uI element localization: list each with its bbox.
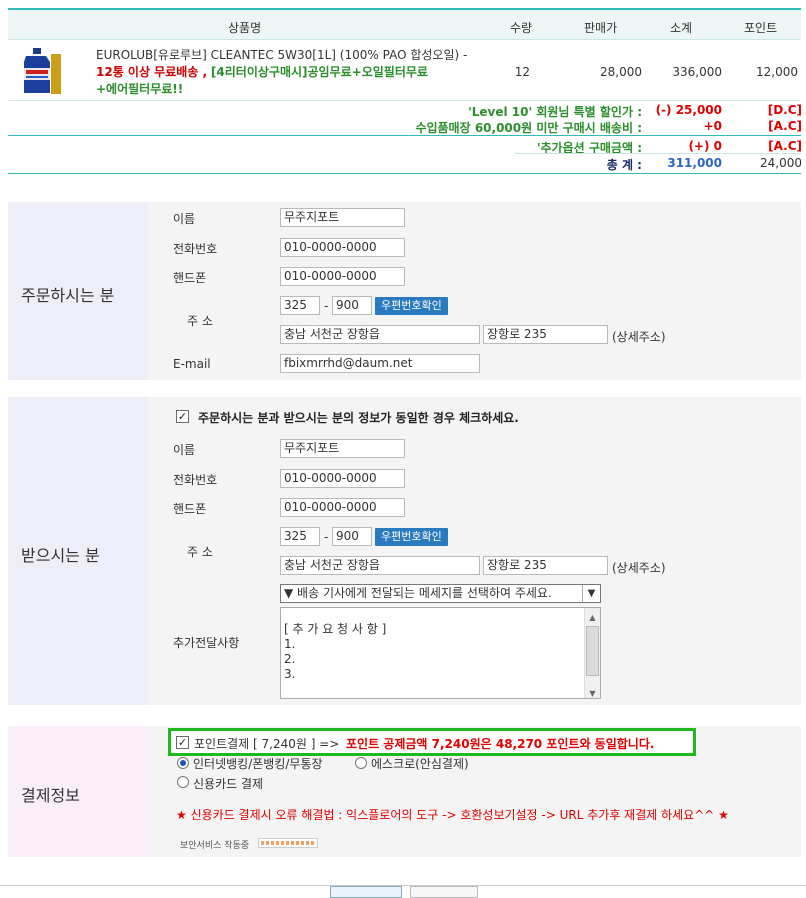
receiver-phone-label: 전화번호 bbox=[173, 473, 218, 487]
orderer-phone-label: 전화번호 bbox=[173, 242, 218, 256]
receiver-name-label: 이름 bbox=[173, 443, 196, 457]
radio-bank[interactable] bbox=[177, 757, 189, 769]
receiver-name-input[interactable]: 무주지포트 bbox=[280, 439, 405, 458]
receiver-zipcode-button[interactable]: 우편번호확인 bbox=[375, 528, 448, 546]
order-button[interactable] bbox=[330, 886, 402, 898]
product-image[interactable] bbox=[16, 46, 62, 96]
security-indicator bbox=[258, 838, 318, 848]
delivery-message-select[interactable]: ▼ 배송 기사에게 전달되는 메세지를 선택하여 주세요. ▼ bbox=[280, 584, 601, 603]
orderer-name-label: 이름 bbox=[173, 212, 196, 226]
item-qty: 12 bbox=[514, 65, 530, 79]
payment-title: 결제정보 bbox=[21, 786, 80, 805]
orderer-title-cell: 주문하시는 분 bbox=[8, 202, 148, 380]
receiver-mobile-input[interactable]: 010-0000-0000 bbox=[280, 498, 405, 517]
divider bbox=[8, 135, 801, 136]
radio-card-label: 신용카드 결제 bbox=[193, 777, 264, 791]
discount-code: [D.C] bbox=[767, 103, 802, 117]
receiver-zip1-input[interactable]: 325 bbox=[280, 527, 320, 546]
orderer-address-label: 주 소 bbox=[187, 314, 213, 328]
orderer-phone-input[interactable]: 010-0000-0000 bbox=[280, 238, 405, 257]
divider bbox=[0, 885, 806, 886]
radio-escrow[interactable] bbox=[355, 757, 367, 769]
orderer-mobile-label: 핸드폰 bbox=[173, 271, 207, 285]
zip-separator: - bbox=[324, 299, 329, 313]
option-value: (+) 0 bbox=[688, 139, 722, 153]
radio-bank-label: 인터넷뱅킹/폰뱅킹/무통장 bbox=[193, 757, 323, 771]
header-point: 포인트 bbox=[744, 21, 778, 35]
divider bbox=[515, 153, 801, 154]
receiver-mobile-label: 핸드폰 bbox=[173, 502, 207, 516]
orderer-mobile-input[interactable]: 010-0000-0000 bbox=[280, 267, 405, 286]
promo-red: 12통 이상 무료배송 , bbox=[96, 65, 208, 79]
radio-card[interactable] bbox=[177, 776, 189, 788]
total-point: 24,000 bbox=[760, 156, 802, 170]
receiver-phone-input[interactable]: 010-0000-0000 bbox=[280, 469, 405, 488]
orderer-email-label: E-mail bbox=[173, 357, 211, 371]
radio-escrow-label: 에스크로(안심결제) bbox=[371, 757, 469, 771]
extra-request-label: 추가전달사항 bbox=[173, 636, 240, 650]
discount-value: (-) 25,000 bbox=[655, 103, 722, 117]
shipping-value: +0 bbox=[703, 119, 722, 133]
orderer-email-input[interactable]: fbixmrrhd@daum.net bbox=[280, 354, 480, 373]
cart-header: 상품명 수량 판매가 소계 포인트 bbox=[8, 8, 801, 40]
header-qty: 수량 bbox=[510, 21, 533, 35]
receiver-address1-input[interactable]: 충남 서천군 장항읍 bbox=[280, 556, 480, 575]
payment-title-cell: 결제정보 bbox=[8, 726, 148, 857]
receiver-title: 받으시는 분 bbox=[21, 546, 100, 565]
product-name[interactable]: EUROLUB[유로루브] CLEANTEC 5W30[1L] (100% PA… bbox=[96, 47, 496, 98]
receiver-address-label: 주 소 bbox=[187, 545, 213, 559]
same-info-checkbox[interactable]: ✓ bbox=[176, 410, 189, 423]
header-product: 상품명 bbox=[228, 21, 262, 35]
discount-label: 'Level 10' 회원님 특별 할인가 : bbox=[468, 105, 642, 119]
orderer-address2-input[interactable]: 장항로 235 bbox=[483, 325, 608, 344]
orderer-zip2-input[interactable]: 900 bbox=[332, 296, 372, 315]
orderer-address-detail: (상세주소) bbox=[612, 330, 666, 344]
shipping-code: [A.C] bbox=[768, 119, 802, 133]
receiver-zip2-input[interactable]: 900 bbox=[332, 527, 372, 546]
point-payment-label: 포인트결제 [ 7,240원 ] => bbox=[194, 737, 340, 751]
textarea-scrollbar[interactable]: ▲ ▼ bbox=[584, 608, 600, 698]
total-label: 총 계 : bbox=[606, 158, 642, 172]
security-status: 보안서비스 작동중 bbox=[180, 841, 250, 851]
card-error-notice: ★ 신용카드 결제시 오류 해결법 : 익스플로어의 도구 -> 호환성보기설정… bbox=[176, 808, 729, 822]
orderer-zip1-input[interactable]: 325 bbox=[280, 296, 320, 315]
orderer-zipcode-button[interactable]: 우편번호확인 bbox=[375, 297, 448, 315]
chevron-down-icon: ▼ bbox=[582, 585, 600, 602]
receiver-title-cell: 받으시는 분 bbox=[8, 397, 148, 705]
cancel-button[interactable] bbox=[410, 886, 478, 898]
same-info-label: 주문하시는 분과 받으시는 분의 정보가 동일한 경우 체크하세요. bbox=[198, 411, 519, 425]
header-subtotal: 소계 bbox=[670, 21, 693, 35]
orderer-title: 주문하시는 분 bbox=[21, 286, 115, 305]
item-point: 12,000 bbox=[756, 65, 798, 79]
receiver-address2-input[interactable]: 장항로 235 bbox=[483, 556, 608, 575]
divider bbox=[8, 173, 801, 174]
promo-green: [4리터이상구매시]공임무료+오일필터무료 bbox=[210, 65, 428, 79]
header-price: 판매가 bbox=[584, 21, 618, 35]
receiver-address-detail: (상세주소) bbox=[612, 561, 666, 575]
extra-request-textarea[interactable]: [ 추 가 요 청 사 항 ] 1. 2. 3. ▲ ▼ bbox=[280, 607, 601, 699]
point-payment-checkbox[interactable]: ✓ bbox=[176, 736, 189, 749]
item-subtotal: 336,000 bbox=[672, 65, 722, 79]
shipping-label: 수입품매장 60,000원 미만 구매시 배송비 : bbox=[415, 121, 642, 135]
item-price: 28,000 bbox=[600, 65, 642, 79]
promo-green-2: +에어필터무료!! bbox=[96, 82, 184, 96]
zip-separator: - bbox=[324, 530, 329, 544]
orderer-name-input[interactable]: 무주지포트 bbox=[280, 208, 405, 227]
divider bbox=[8, 100, 801, 101]
total-value: 311,000 bbox=[667, 156, 722, 170]
orderer-address1-input[interactable]: 충남 서천군 장항읍 bbox=[280, 325, 480, 344]
option-code: [A.C] bbox=[768, 139, 802, 153]
point-payment-note: 포인트 공제금액 7,240원은 48,270 포인트와 동일합니다. bbox=[346, 737, 655, 751]
